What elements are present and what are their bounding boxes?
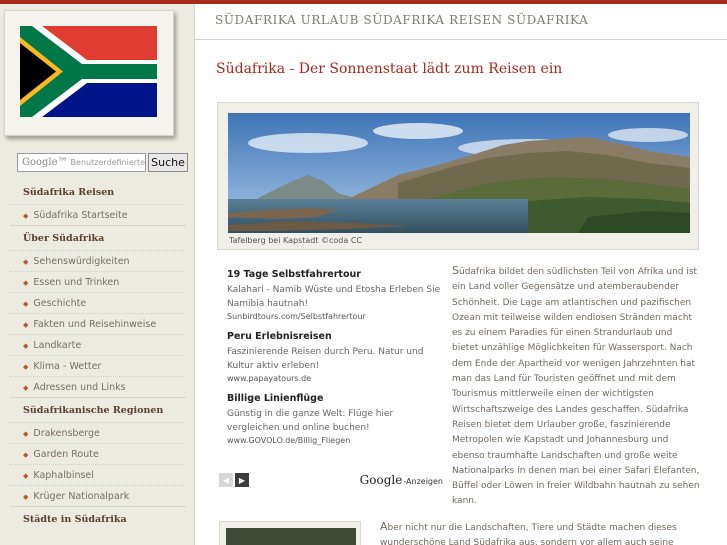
nav-item[interactable]: ◆ Landkarte (10, 334, 186, 355)
ad-navigation: ◀ ▶ Google-Anzeigen (219, 473, 443, 489)
ad-url[interactable]: Sunbirdtours.com/Selbstfahrertour (227, 312, 442, 321)
bullet-icon: ◆ (23, 342, 29, 350)
nav-item[interactable]: ◆ Garden Route (10, 443, 186, 464)
search-brand: Google™ (22, 157, 68, 168)
intro-paragraph: Südafrika bildet den südlichsten Teil vo… (452, 263, 700, 510)
nav-item[interactable]: ◆ Adressen und Links (10, 376, 186, 397)
ad-block: 19 Tage Selbstfahrertour Kalahari - Nami… (227, 269, 442, 455)
nav-heading: Südafrikanische Regionen (10, 397, 186, 422)
bullet-icon: ◆ (23, 258, 29, 266)
photo-caption: Tafelberg bei Kapstadt ©coda CC (229, 236, 362, 245)
ad-title[interactable]: Billige Linienflüge (227, 393, 442, 404)
bullet-icon: ◆ (23, 321, 29, 329)
nav-item[interactable]: ◆ Krüger Nationalpark (10, 485, 186, 506)
nav-heading: Südafrika Reisen (23, 187, 115, 198)
ad-url[interactable]: www.papayatours.de (227, 374, 442, 383)
nav-item[interactable]: ◆ Essen und Trinken (10, 271, 186, 292)
page-title: Südafrika - Der Sonnenstaat lädt zum Rei… (216, 61, 563, 77)
site-header: SÜDAFRIKA URLAUB SÜDAFRIKA REISEN SÜDAFR… (195, 4, 727, 40)
ad-item[interactable]: Billige Linienflüge Günstig in die ganze… (227, 393, 442, 445)
second-paragraph-text: ber nicht nur die Landschaften, Tiere un… (380, 523, 677, 545)
logo[interactable] (4, 10, 174, 136)
ad-item[interactable]: 19 Tage Selbstfahrertour Kalahari - Nami… (227, 269, 442, 321)
ad-description: Günstig in die ganze Welt: Flüge hier ve… (227, 409, 394, 433)
search-button[interactable]: Suche (148, 153, 188, 172)
chevron-right-icon[interactable]: ▶ (235, 473, 249, 487)
table-mountain-photo (228, 113, 690, 233)
ads-label: -Anzeigen (403, 477, 443, 486)
drop-cap: A (380, 520, 388, 533)
ad-description: Faszinierende Reisen durch Peru. Natur u… (227, 347, 424, 371)
nav-heading: Städte in Südafrika (10, 506, 186, 531)
search-input[interactable]: Google™ Benutzerdefinierte (17, 153, 146, 172)
ad-description: Kalahari - Namib Wüste und Etosha Erlebe… (227, 285, 441, 309)
nav-item[interactable]: ◆ Kaphalbinsel (10, 464, 186, 485)
south-africa-flag-image (20, 26, 157, 117)
sidebar-nav: Südafrika Reisen ◆ Südafrika Startseite Ü… (10, 180, 186, 531)
bullet-icon: ◆ (23, 430, 29, 438)
intro-text: üdafrika bildet den südlichsten Teil von… (452, 267, 700, 507)
bullet-icon: ◆ (23, 363, 29, 371)
thumbnail-image (219, 521, 361, 545)
bullet-icon: ◆ (23, 300, 29, 308)
bullet-icon: ◆ (23, 493, 29, 501)
ad-item[interactable]: Peru Erlebnisreisen Faszinierende Reisen… (227, 331, 442, 383)
nav-item[interactable]: ◆ Südafrika Startseite (10, 204, 186, 225)
chevron-left-icon[interactable]: ◀ (219, 473, 233, 487)
bullet-icon: ◆ (23, 451, 29, 459)
sidebar: Google™ Benutzerdefinierte Suche Südafri… (0, 4, 195, 545)
main-content: Südafrika - Der Sonnenstaat lädt zum Rei… (195, 41, 727, 545)
photo-frame: Tafelberg bei Kapstadt ©coda CC (217, 102, 699, 250)
second-paragraph: Aber nicht nur die Landschaften, Tiere u… (380, 519, 700, 545)
nav-item[interactable]: ◆ Geschichte (10, 292, 186, 313)
bullet-icon: ◆ (23, 384, 29, 392)
drop-cap: S (452, 264, 459, 277)
nav-item[interactable]: ◆ Fakten und Reisehinweise (10, 313, 186, 334)
nav-item[interactable]: ◆ Sehenswürdigkeiten (10, 250, 186, 271)
nav-item[interactable]: ◆ Klima - Wetter (10, 355, 186, 376)
google-brand: Google (359, 473, 403, 487)
ad-title[interactable]: Peru Erlebnisreisen (227, 331, 442, 342)
bullet-icon: ◆ (23, 472, 29, 480)
site-title[interactable]: SÜDAFRIKA URLAUB SÜDAFRIKA REISEN SÜDAFR… (215, 13, 588, 27)
thumbnail-photo (226, 528, 356, 545)
nav-heading: Über Südafrika (10, 225, 186, 250)
google-ads-label[interactable]: Google-Anzeigen (360, 473, 443, 487)
ad-title[interactable]: 19 Tage Selbstfahrertour (227, 269, 442, 280)
bullet-icon: ◆ (23, 279, 29, 287)
bullet-icon: ◆ (23, 212, 29, 220)
search-placeholder: Benutzerdefinierte (70, 158, 146, 167)
ad-url[interactable]: www.GOVOLO.de/Billig_Fliegen (227, 436, 442, 445)
nav-item[interactable]: ◆ Drakensberge (10, 422, 186, 443)
